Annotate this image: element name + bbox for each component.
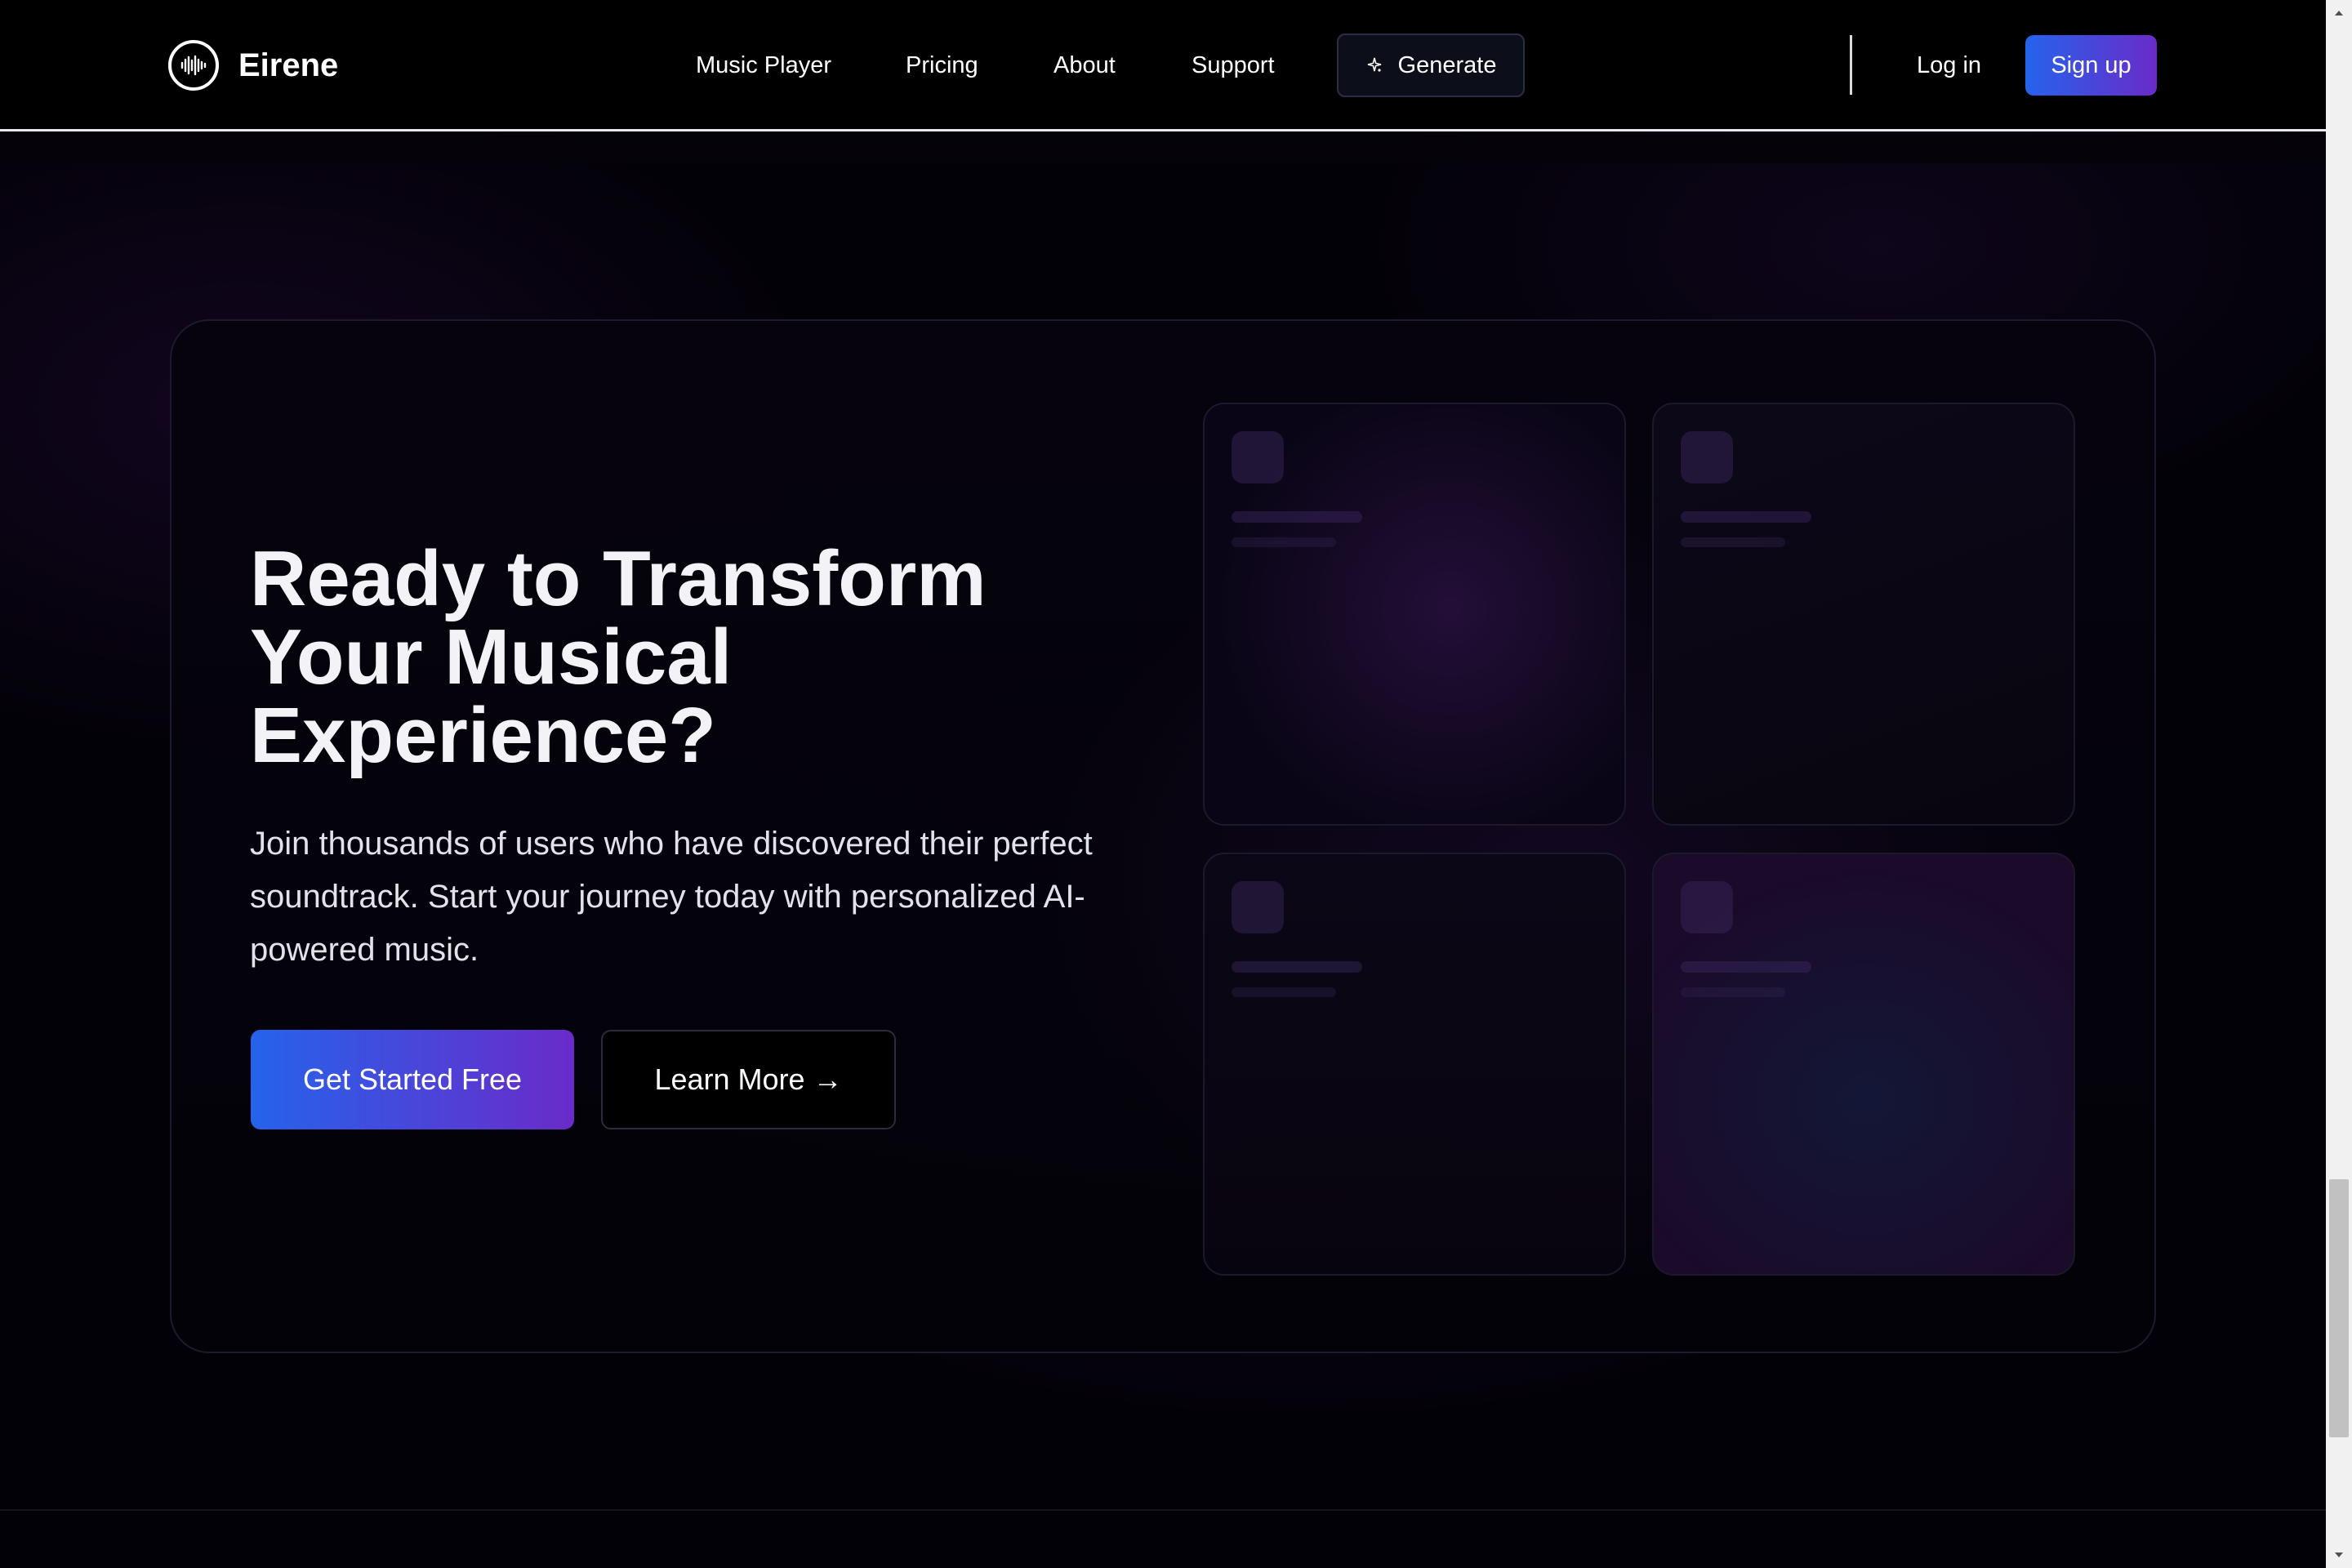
nav-link-pricing[interactable]: Pricing <box>906 33 978 97</box>
cta-title: Ready to Transform Your Musical Experien… <box>250 540 1230 775</box>
cta-title-line: Ready to Transform <box>250 535 987 622</box>
placeholder-icon <box>1232 881 1284 933</box>
page-viewport: Eirene Music Player Pricing About Suppor… <box>0 0 2326 1568</box>
placeholder-tile <box>1652 853 2075 1276</box>
cta-description-line: soundtrack. Start your journey today wit… <box>250 879 1085 915</box>
waveform-icon <box>168 40 219 91</box>
placeholder-line <box>1681 961 1811 973</box>
vertical-scrollbar[interactable] <box>2326 0 2352 1568</box>
placeholder-icon <box>1681 431 1733 483</box>
top-navbar: Eirene Music Player Pricing About Suppor… <box>0 0 2326 131</box>
placeholder-line <box>1232 537 1336 547</box>
placeholder-line <box>1681 987 1785 997</box>
generate-label: Generate <box>1397 51 1497 78</box>
get-started-button[interactable]: Get Started Free <box>251 1030 574 1129</box>
scroll-up-arrow-icon[interactable] <box>2326 0 2352 26</box>
cta-card: Ready to Transform Your Musical Experien… <box>170 319 2156 1353</box>
placeholder-tile <box>1203 403 1626 826</box>
cta-title-line: Experience? <box>250 692 716 779</box>
placeholder-icon <box>1232 431 1284 483</box>
nav-link-about[interactable]: About <box>1054 33 1116 97</box>
cta-description-line: Join thousands of users who have discove… <box>250 826 1093 862</box>
learn-more-button[interactable]: Learn More → <box>601 1030 896 1129</box>
placeholder-line <box>1232 987 1336 997</box>
generate-button[interactable]: Generate <box>1337 33 1525 97</box>
nav-divider <box>1850 35 1852 95</box>
scroll-down-arrow-icon[interactable] <box>2326 1542 2352 1568</box>
nav-link-music-player[interactable]: Music Player <box>696 33 831 97</box>
placeholder-icon <box>1681 881 1733 933</box>
nav-shadow-strip <box>0 134 2326 163</box>
sparkle-icon <box>1367 57 1381 72</box>
placeholder-line <box>1232 961 1362 973</box>
brand[interactable]: Eirene <box>168 39 338 91</box>
signup-button[interactable]: Sign up <box>2025 35 2157 96</box>
placeholder-tile <box>1203 853 1626 1276</box>
cta-description: Join thousands of users who have discove… <box>250 817 1165 977</box>
placeholder-line <box>1681 511 1811 523</box>
login-link[interactable]: Log in <box>1917 33 1981 97</box>
brand-name: Eirene <box>238 47 339 83</box>
scrollbar-thumb[interactable] <box>2329 1179 2349 1437</box>
placeholder-tile <box>1652 403 2075 826</box>
nav-link-support[interactable]: Support <box>1192 33 1275 97</box>
cta-description-line: powered music. <box>250 932 479 968</box>
cta-title-line: Your Musical <box>250 613 733 701</box>
placeholder-line <box>1681 537 1785 547</box>
footer-divider <box>0 1509 2326 1511</box>
placeholder-line <box>1232 511 1362 523</box>
